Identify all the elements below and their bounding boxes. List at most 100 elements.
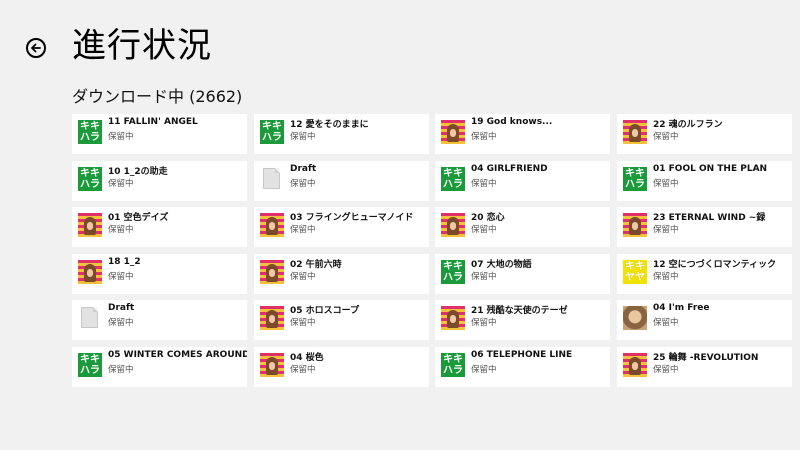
item-status: 保留中 <box>108 272 134 282</box>
item-status: 保留中 <box>108 225 134 235</box>
item-status: 保留中 <box>653 132 679 142</box>
download-item[interactable]: キキ ハラ 10 1_2の助走 保留中 <box>72 161 247 201</box>
download-item[interactable]: 18 1_2 保留中 <box>72 254 247 294</box>
page-title: 進行状況 <box>72 26 212 66</box>
download-item[interactable]: 01 空色デイズ 保留中 <box>72 207 247 247</box>
item-title: 04 GIRLFRIEND <box>471 164 548 174</box>
download-item[interactable]: 03 フライングヒューマノイド 保留中 <box>254 207 429 247</box>
album-art-icon <box>623 213 647 237</box>
item-title: 05 ホロスコープ <box>290 306 360 316</box>
item-status: 保留中 <box>108 179 134 189</box>
album-art-icon <box>441 120 465 144</box>
download-item[interactable]: キキ ハラ 06 TELEPHONE LINE 保留中 <box>435 347 610 387</box>
item-status: 保留中 <box>290 318 316 328</box>
item-title: 21 残酷な天使のテーゼ <box>471 306 568 316</box>
item-status: 保留中 <box>290 365 316 375</box>
item-status: 保留中 <box>653 365 679 375</box>
download-item[interactable]: キキ ハラ 04 GIRLFRIEND 保留中 <box>435 161 610 201</box>
item-title: 06 TELEPHONE LINE <box>471 350 573 360</box>
item-title: Draft <box>290 164 317 174</box>
item-title: 18 1_2 <box>108 257 141 267</box>
download-grid: キキ ハラ 11 FALLIN' ANGEL 保留中 キキ ハラ 10 1_2の助走 保留中 0… <box>72 114 800 394</box>
album-art-icon <box>260 260 284 284</box>
item-title: 23 ETERNAL WIND ~録 <box>653 213 766 223</box>
album-art-icon <box>78 260 102 284</box>
item-status: 保留中 <box>471 132 497 142</box>
item-title: 04 I'm Free <box>653 303 710 313</box>
download-item[interactable]: キキ ハラ 11 FALLIN' ANGEL 保留中 <box>72 114 247 154</box>
download-item[interactable]: キキ ハラ 07 大地の物語 保留中 <box>435 254 610 294</box>
item-status: 保留中 <box>290 132 316 142</box>
album-art-icon <box>78 213 102 237</box>
album-art-icon: キキ ハラ <box>78 353 102 377</box>
item-title: Draft <box>108 303 135 313</box>
item-title: 04 桜色 <box>290 353 324 363</box>
album-art-icon <box>441 213 465 237</box>
album-art-icon: キキ ハラ <box>260 120 284 144</box>
album-art-icon <box>260 353 284 377</box>
item-title: 25 輪舞 -REVOLUTION <box>653 353 759 363</box>
download-item[interactable]: 19 God knows... 保留中 <box>435 114 610 154</box>
item-status: 保留中 <box>108 318 134 328</box>
item-status: 保留中 <box>471 272 497 282</box>
item-status: 保留中 <box>653 225 679 235</box>
progress-page: 進行状況 ダウンロード中 (2662) キキ ハラ 11 FALLIN' ANGEL… <box>0 0 800 450</box>
album-art-icon <box>260 213 284 237</box>
item-status: 保留中 <box>471 365 497 375</box>
album-art-icon <box>260 306 284 330</box>
item-status: 保留中 <box>290 225 316 235</box>
item-status: 保留中 <box>290 272 316 282</box>
item-title: 01 FOOL ON THE PLAN <box>653 164 768 174</box>
item-title: 05 WINTER COMES AROUND <box>108 350 247 360</box>
download-item[interactable]: Draft 保留中 <box>254 161 429 201</box>
download-item[interactable]: キキ ハラ 12 愛をそのままに 保留中 <box>254 114 429 154</box>
item-status: 保留中 <box>653 318 679 328</box>
item-title: 12 愛をそのままに <box>290 120 369 130</box>
album-art-icon: キキ ハラ <box>441 353 465 377</box>
item-title: 12 空につづくロマンティック <box>653 260 777 270</box>
album-art-icon <box>623 353 647 377</box>
album-art-icon: キキ ハラ <box>78 120 102 144</box>
download-item[interactable]: 20 恋心保留中 <box>435 207 610 247</box>
album-art-icon: キキ ハラ <box>78 167 102 191</box>
item-status: 保留中 <box>653 179 679 189</box>
item-status: 保留中 <box>108 365 134 375</box>
item-title: 03 フライングヒューマノイド <box>290 213 414 223</box>
album-art-icon <box>623 306 647 330</box>
item-title: 02 午前六時 <box>290 260 342 270</box>
item-title: 22 魂のルフラン <box>653 120 723 130</box>
item-status: 保留中 <box>653 272 679 282</box>
item-title: 20 恋心 <box>471 213 505 223</box>
download-item[interactable]: 05 ホロスコープ 保留中 <box>254 300 429 340</box>
album-art-icon <box>441 306 465 330</box>
item-title: 10 1_2の助走 <box>108 167 168 177</box>
item-status: 保留中 <box>290 179 316 189</box>
item-title: 19 God knows... <box>471 117 553 127</box>
item-title: 01 空色デイズ <box>108 213 169 223</box>
section-title: ダウンロード中 (2662) <box>72 87 243 106</box>
item-status: 保留中 <box>471 225 497 235</box>
download-item[interactable]: 22 魂のルフラン 保留中 <box>617 114 792 154</box>
item-title: 11 FALLIN' ANGEL <box>108 117 198 127</box>
back-button[interactable] <box>26 38 46 58</box>
item-status: 保留中 <box>471 179 497 189</box>
download-item[interactable]: Draft 保留中 <box>72 300 247 340</box>
item-status: 保留中 <box>471 318 497 328</box>
document-icon <box>260 167 284 191</box>
album-art-icon: キキ ヤヤ <box>623 260 647 284</box>
item-status: 保留中 <box>108 132 134 142</box>
document-icon <box>78 306 102 330</box>
download-item[interactable]: 23 ETERNAL WIND ~録 保留中 <box>617 207 792 247</box>
download-item[interactable]: キキ ハラ 05 WINTER COMES AROUND 保留中 <box>72 347 247 387</box>
download-item[interactable]: 02 午前六時 保留中 <box>254 254 429 294</box>
download-item[interactable]: 04 桜色保留中 <box>254 347 429 387</box>
album-art-icon <box>623 120 647 144</box>
item-title: 07 大地の物語 <box>471 260 532 270</box>
download-item[interactable]: 21 残酷な天使のテーゼ 保留中 <box>435 300 610 340</box>
album-art-icon: キキ ハラ <box>441 167 465 191</box>
download-item[interactable]: 04 I'm Free 保留中 <box>617 300 792 340</box>
download-item[interactable]: キキ ハラ 01 FOOL ON THE PLAN 保留中 <box>617 161 792 201</box>
download-item[interactable]: キキ ヤヤ 12 空につづくロマンティック 保留中 <box>617 254 792 294</box>
album-art-icon: キキ ハラ <box>441 260 465 284</box>
download-item[interactable]: 25 輪舞 -REVOLUTION 保留中 <box>617 347 792 387</box>
